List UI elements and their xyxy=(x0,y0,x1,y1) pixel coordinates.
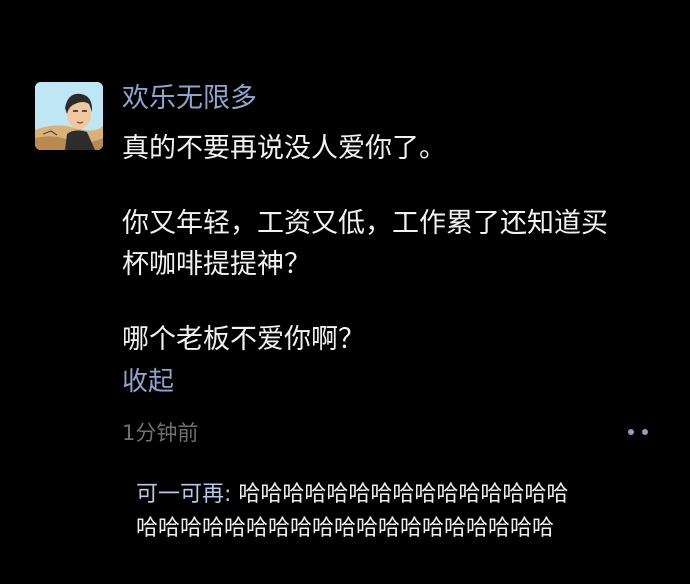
more-dots-icon[interactable] xyxy=(622,422,654,444)
comment-author-name[interactable]: 欢乐无限多 xyxy=(122,81,257,117)
comment-timestamp: 1分钟前 xyxy=(122,421,199,445)
dot xyxy=(628,429,634,435)
comment-line: 真的不要再说没人爱你了。 xyxy=(122,133,446,164)
reply-author-name[interactable]: 可一可再: xyxy=(136,482,231,507)
reply-item[interactable]: 可一可再: 哈哈哈哈哈哈哈哈哈哈哈哈哈哈哈 哈哈哈哈哈哈哈哈哈哈哈哈哈哈哈哈哈哈… xyxy=(136,478,666,546)
avatar-image xyxy=(35,82,103,150)
dot xyxy=(642,429,648,435)
reply-text: 哈哈哈哈哈哈哈哈哈哈哈哈哈哈哈 xyxy=(238,482,569,507)
comment-card: 欢乐无限多 真的不要再说没人爱你了。 你又年轻，工资又低，工作累了还知道买 杯咖… xyxy=(0,0,690,584)
collapse-link[interactable]: 收起 xyxy=(122,365,174,399)
comment-line: 你又年轻，工资又低，工作累了还知道买 xyxy=(122,208,608,239)
reply-line: 可一可再: 哈哈哈哈哈哈哈哈哈哈哈哈哈哈哈 xyxy=(136,478,666,512)
comment-body: 真的不要再说没人爱你了。 你又年轻，工资又低，工作累了还知道买 杯咖啡提提神？ … xyxy=(122,128,667,360)
comment-line: 哪个老板不爱你啊？ xyxy=(122,324,365,355)
user-avatar[interactable] xyxy=(35,82,103,150)
comment-line: 杯咖啡提提神？ xyxy=(122,249,311,280)
reply-text-continued: 哈哈哈哈哈哈哈哈哈哈哈哈哈哈哈哈哈哈哈 xyxy=(136,516,555,541)
